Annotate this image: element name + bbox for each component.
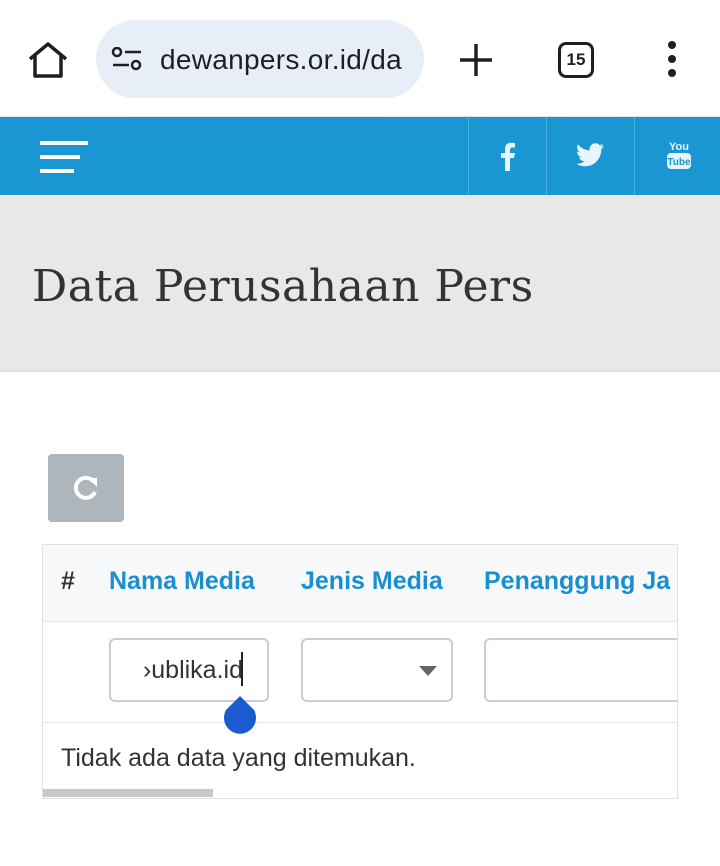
column-header-number: # bbox=[61, 567, 75, 595]
new-tab-icon[interactable] bbox=[458, 42, 494, 78]
refresh-icon bbox=[73, 475, 97, 500]
dropdown-arrow-icon bbox=[419, 666, 437, 676]
column-header-nama-media[interactable]: Nama Media bbox=[109, 567, 255, 596]
column-header-jenis-media[interactable]: Jenis Media bbox=[301, 567, 443, 596]
data-table: # Nama Media Jenis Media Penanggung Ja ›… bbox=[42, 544, 678, 799]
column-header-penanggung-jawab[interactable]: Penanggung Ja bbox=[484, 567, 670, 596]
more-menu-icon[interactable] bbox=[664, 40, 680, 80]
twitter-link[interactable] bbox=[546, 117, 635, 195]
url-text[interactable]: dewanpers.or.id/da bbox=[160, 44, 418, 76]
table-header: # Nama Media Jenis Media Penanggung Ja bbox=[43, 545, 677, 622]
site-settings-icon[interactable] bbox=[111, 47, 143, 71]
svg-text:You: You bbox=[669, 141, 689, 153]
browser-toolbar: dewanpers.or.id/da 15 bbox=[0, 0, 720, 117]
hamburger-menu-icon[interactable] bbox=[40, 141, 90, 175]
text-selection-handle[interactable] bbox=[220, 696, 260, 738]
facebook-link[interactable] bbox=[468, 117, 547, 195]
tab-switcher-icon[interactable]: 15 bbox=[558, 42, 594, 78]
jenis-media-filter-select[interactable] bbox=[301, 638, 453, 702]
horizontal-scrollbar[interactable] bbox=[43, 789, 213, 797]
nama-media-filter-input[interactable]: ›ublika.id bbox=[109, 638, 269, 702]
youtube-link[interactable]: You Tube bbox=[634, 117, 720, 195]
site-navbar: You Tube bbox=[0, 117, 720, 195]
filter-row: ›ublika.id bbox=[43, 622, 677, 723]
reset-filter-button[interactable] bbox=[48, 454, 124, 522]
empty-table-message: Tidak ada data yang ditemukan. bbox=[61, 744, 416, 772]
penanggung-jawab-filter-input[interactable] bbox=[484, 638, 677, 702]
twitter-icon bbox=[577, 143, 604, 167]
page-header: Data Perusahaan Pers bbox=[0, 195, 720, 372]
facebook-icon bbox=[501, 142, 515, 171]
text-cursor bbox=[241, 652, 243, 686]
page-title: Data Perusahaan Pers bbox=[32, 261, 534, 312]
nama-media-filter-value: ›ublika.id bbox=[142, 656, 243, 684]
youtube-icon: You Tube bbox=[667, 141, 691, 169]
home-icon[interactable] bbox=[26, 40, 70, 80]
svg-text:Tube: Tube bbox=[667, 157, 691, 168]
address-bar[interactable]: dewanpers.or.id/da bbox=[96, 20, 424, 98]
